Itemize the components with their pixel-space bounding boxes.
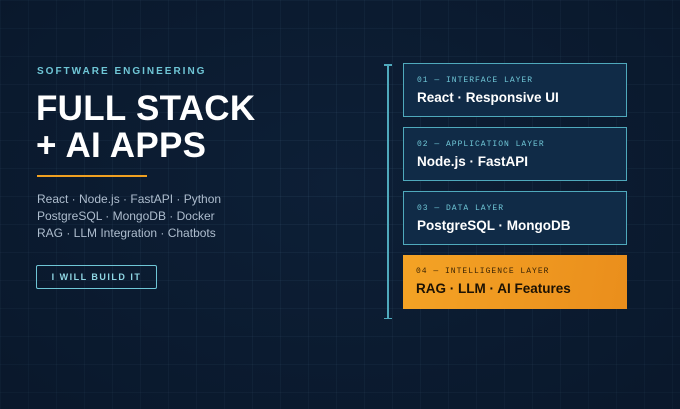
layer-name: React · Responsive UI — [417, 90, 559, 105]
layer-label: 03 — DATA LAYER — [417, 204, 505, 213]
stack-rail-top-cap — [383, 64, 392, 66]
eyebrow-label: SOFTWARE ENGINEERING — [37, 66, 207, 77]
interface-layer-card: 01 — INTERFACE LAYER React · Responsive … — [403, 63, 627, 117]
build-it-button[interactable]: I WILL BUILD IT — [36, 265, 157, 289]
layer-label: 01 — INTERFACE LAYER — [417, 76, 534, 85]
intelligence-layer-card: 04 — INTELLIGENCE LAYER RAG · LLM · AI F… — [403, 255, 627, 309]
hero-title-line-2: + AI APPS — [36, 126, 207, 165]
layer-label: 04 — INTELLIGENCE LAYER — [416, 267, 550, 276]
data-layer-card: 03 — DATA LAYER PostgreSQL · MongoDB — [403, 191, 627, 245]
layer-name: RAG · LLM · AI Features — [416, 281, 571, 296]
tech-list: React · Node.js · FastAPI · Python Postg… — [37, 191, 221, 242]
stack-rail — [383, 64, 392, 319]
tech-line-frontend: React · Node.js · FastAPI · Python — [37, 192, 222, 206]
layer-label: 02 — APPLICATION LAYER — [417, 140, 545, 149]
hero-title: FULL STACK + AI APPS — [36, 90, 255, 164]
tech-line-data: PostgreSQL · MongoDB · Docker — [37, 209, 215, 223]
title-underline — [37, 175, 147, 177]
stack-rail-bottom-cap — [383, 317, 392, 319]
application-layer-card: 02 — APPLICATION LAYER Node.js · FastAPI — [403, 127, 627, 181]
layer-name: Node.js · FastAPI — [417, 154, 529, 169]
hero-title-line-1: FULL STACK — [36, 89, 256, 128]
layer-name: PostgreSQL · MongoDB — [417, 218, 571, 233]
tech-line-ai: RAG · LLM Integration · Chatbots — [37, 226, 216, 240]
